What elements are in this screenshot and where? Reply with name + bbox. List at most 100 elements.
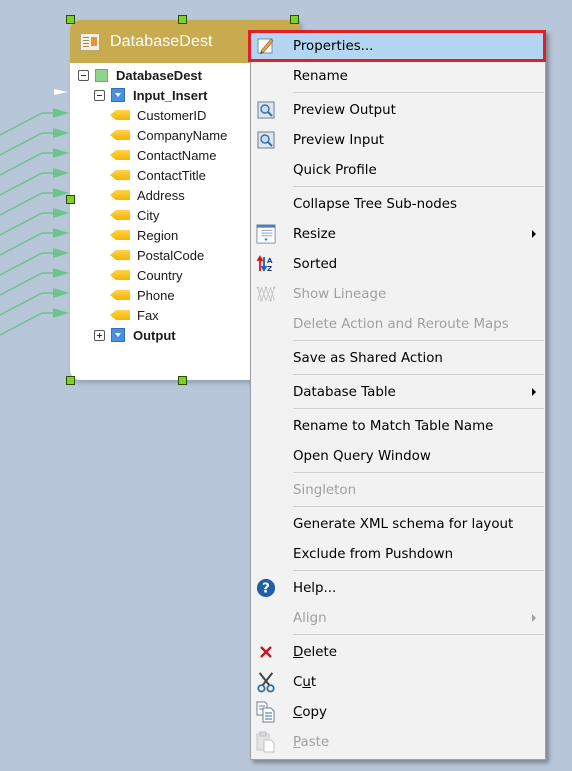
menu-item-cut[interactable]: Cut xyxy=(251,667,545,697)
field-label: PostalCode xyxy=(137,247,205,263)
field-label: CustomerID xyxy=(137,107,207,123)
field-icon xyxy=(110,130,130,140)
menu-item-rename[interactable]: Rename xyxy=(251,61,545,91)
menu-item-copy[interactable]: Copy xyxy=(251,697,545,727)
resize-handle[interactable] xyxy=(66,15,75,24)
menu-separator xyxy=(293,186,544,187)
field-label: Region xyxy=(137,227,179,243)
menu-item-label: Generate XML schema for layout xyxy=(293,516,514,532)
menu-item-label: Exclude from Pushdown xyxy=(293,546,454,562)
menu-item-database-table[interactable]: Database Table xyxy=(251,377,545,407)
collapse-icon[interactable] xyxy=(78,69,89,81)
resize-handle[interactable] xyxy=(290,15,299,24)
field-icon xyxy=(110,310,130,320)
table-icon xyxy=(95,68,108,82)
menu-item-paste: Paste xyxy=(251,727,545,757)
connector-arrow-icon xyxy=(53,248,69,258)
connector-line[interactable] xyxy=(0,292,56,316)
menu-item-label: Cut xyxy=(293,674,317,690)
field-icon xyxy=(110,170,130,180)
menu-item-label: Rename xyxy=(293,68,348,84)
menu-separator xyxy=(293,340,544,341)
field-label: City xyxy=(137,207,160,223)
field-icon xyxy=(110,250,130,260)
context-menu: Properties... Rename Preview Output Preview… xyxy=(248,30,546,760)
menu-item-quick-profile[interactable]: Quick Profile xyxy=(251,155,545,185)
connector-line[interactable] xyxy=(0,232,56,256)
menu-item-label: Rename to Match Table Name xyxy=(293,418,494,434)
menu-item-preview-input[interactable]: Preview Input xyxy=(251,125,545,155)
field-label: CompanyName xyxy=(137,127,228,143)
connector-line[interactable] xyxy=(0,192,56,216)
resize-handle[interactable] xyxy=(66,195,75,204)
field-icon xyxy=(110,150,130,160)
menu-item-sorted[interactable]: A Z Sorted xyxy=(251,249,545,279)
node-title: DatabaseDest xyxy=(110,32,213,50)
scissors-icon xyxy=(256,672,276,693)
connector-line[interactable] xyxy=(0,212,56,236)
menu-item-properties[interactable]: Properties... xyxy=(248,30,546,62)
connector-line[interactable] xyxy=(0,272,56,296)
input-group-label: Input_Insert xyxy=(133,87,208,103)
connector-line[interactable] xyxy=(0,152,56,176)
field-icon xyxy=(110,230,130,240)
menu-item-delete[interactable]: Delete xyxy=(251,637,545,667)
menu-item-label: Quick Profile xyxy=(293,162,377,178)
connector-line[interactable] xyxy=(0,312,56,336)
help-icon: ? xyxy=(256,578,276,598)
menu-item-help[interactable]: ? Help... xyxy=(251,573,545,603)
tree-root-label: DatabaseDest xyxy=(116,67,202,83)
field-label: Country xyxy=(137,267,183,283)
connector-line[interactable] xyxy=(0,112,56,136)
field-icon xyxy=(110,190,130,200)
submenu-arrow-icon xyxy=(532,230,536,238)
menu-item-rename-to-match-table-name[interactable]: Rename to Match Table Name xyxy=(251,411,545,441)
connector-line[interactable] xyxy=(0,252,56,276)
field-label: ContactName xyxy=(137,147,217,163)
field-label: Phone xyxy=(137,287,175,303)
menu-item-label: Delete Action and Reroute Maps xyxy=(293,316,509,332)
field-label: ContactTitle xyxy=(137,167,206,183)
menu-item-label: Save as Shared Action xyxy=(293,350,443,366)
menu-item-collapse-tree-sub-nodes[interactable]: Collapse Tree Sub-nodes xyxy=(251,189,545,219)
resize-handle[interactable] xyxy=(178,376,187,385)
resize-handle[interactable] xyxy=(66,376,75,385)
menu-item-delete-action-and-reroute-maps: Delete Action and Reroute Maps xyxy=(251,309,545,339)
connector-arrow-icon xyxy=(53,128,69,138)
menu-separator xyxy=(293,92,544,93)
menu-item-label: Delete xyxy=(293,644,337,660)
menu-item-resize[interactable]: Resize xyxy=(251,219,545,249)
delete-x-icon xyxy=(256,642,276,662)
menu-item-generate-xml-schema-for-layout[interactable]: Generate XML schema for layout xyxy=(251,509,545,539)
connector-arrow-icon xyxy=(53,148,69,158)
paste-icon xyxy=(256,731,276,753)
menu-item-exclude-from-pushdown[interactable]: Exclude from Pushdown xyxy=(251,539,545,569)
menu-item-preview-output[interactable]: Preview Output xyxy=(251,95,545,125)
input-arrow-icon xyxy=(54,89,68,95)
resize-handle[interactable] xyxy=(178,15,187,24)
connector-line[interactable] xyxy=(0,132,56,156)
resize-icon xyxy=(256,224,276,244)
connector-arrow-icon xyxy=(53,288,69,298)
field-label: Address xyxy=(137,187,185,203)
preview-icon xyxy=(256,100,276,120)
connector-arrow-icon xyxy=(53,108,69,118)
menu-item-label: Help... xyxy=(293,580,337,596)
menu-separator xyxy=(293,570,544,571)
field-icon xyxy=(110,210,130,220)
connector-line[interactable] xyxy=(0,172,56,196)
menu-item-label: Copy xyxy=(293,704,327,720)
connector-arrow-icon xyxy=(53,208,69,218)
input-group-icon xyxy=(111,88,125,102)
copy-icon xyxy=(256,701,276,723)
connector-arrow-icon xyxy=(53,308,69,318)
menu-item-open-query-window[interactable]: Open Query Window xyxy=(251,441,545,471)
connector-arrow-icon xyxy=(53,228,69,238)
menu-item-label: Open Query Window xyxy=(293,448,431,464)
preview-icon xyxy=(256,130,276,150)
menu-item-save-as-shared-action[interactable]: Save as Shared Action xyxy=(251,343,545,373)
menu-item-label: Resize xyxy=(293,226,336,242)
connector-arrow-icon xyxy=(53,168,69,178)
expand-icon[interactable] xyxy=(94,329,105,341)
collapse-icon[interactable] xyxy=(94,89,105,101)
